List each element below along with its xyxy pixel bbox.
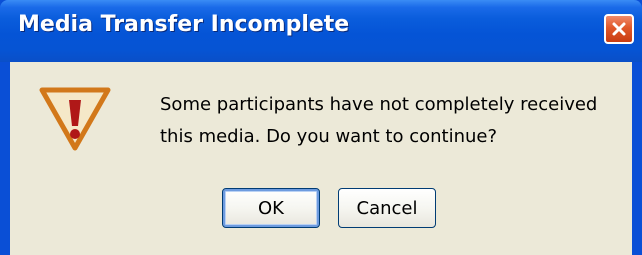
title-bar[interactable]: Media Transfer Incomplete — [0, 0, 642, 62]
warning-icon — [39, 87, 111, 151]
ok-button[interactable]: OK — [222, 188, 320, 228]
message-line: Some participants have not completely re… — [160, 94, 598, 115]
cancel-button[interactable]: Cancel — [338, 188, 436, 228]
close-icon — [612, 22, 626, 36]
message-line: this media. Do you want to continue? — [160, 126, 498, 147]
dialog-message: Some participants have not completely re… — [160, 89, 630, 153]
dialog-title: Media Transfer Incomplete — [18, 12, 350, 37]
button-row: OK Cancel — [10, 188, 632, 230]
close-button[interactable] — [604, 14, 634, 44]
dialog-body: Some participants have not completely re… — [10, 62, 632, 255]
dialog-window: Media Transfer Incomplete Some participa… — [0, 0, 642, 255]
